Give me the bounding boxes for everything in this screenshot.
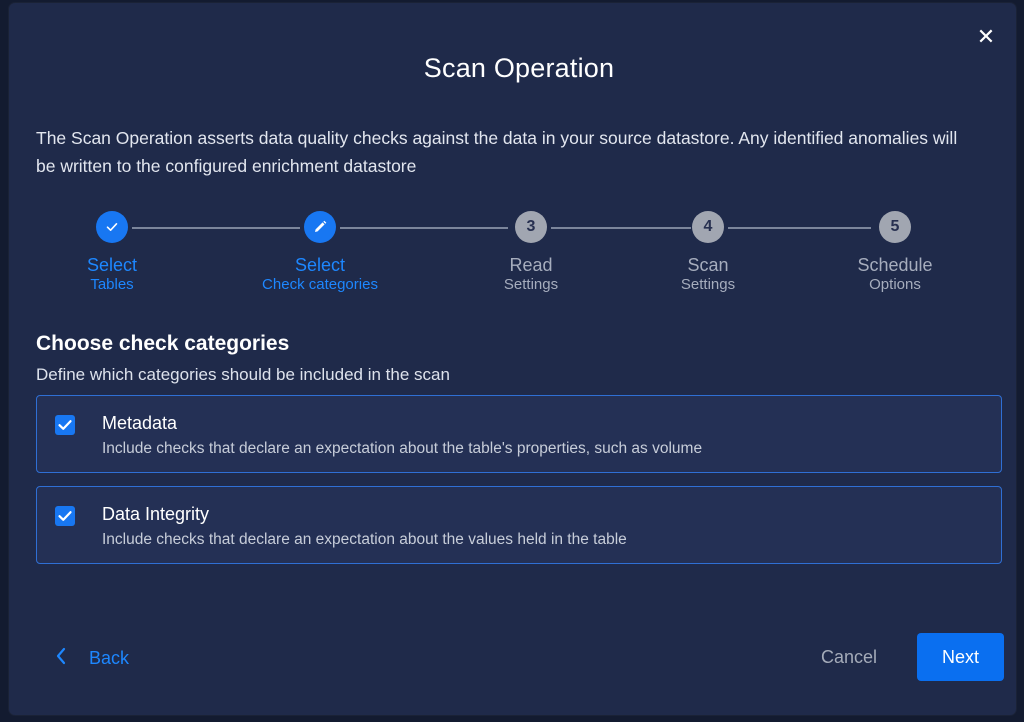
option-title: Metadata <box>102 413 178 433</box>
step-label: Read <box>509 255 553 275</box>
step-sublabel: Settings <box>680 276 736 293</box>
close-icon[interactable]: ✕ <box>974 25 998 49</box>
category-option-data-integrity[interactable]: Data Integrity Include checks that decla… <box>36 486 1002 564</box>
option-title: Data Integrity <box>102 504 210 524</box>
back-label: Back <box>89 647 130 668</box>
step-schedule-options[interactable]: 5 Schedule Options <box>805 208 985 295</box>
step-number: 4 <box>692 211 724 243</box>
dialog-description: The Scan Operation asserts data quality … <box>36 128 958 176</box>
checkbox-checked-icon[interactable] <box>55 415 75 435</box>
step-sublabel: Options <box>869 276 921 293</box>
step-scan-settings[interactable]: 4 Scan Settings <box>618 208 798 295</box>
step-number: 3 <box>515 211 547 243</box>
step-label: Scan <box>687 255 729 275</box>
section-subtitle: Define which categories should be includ… <box>36 365 450 384</box>
next-button[interactable]: Next <box>917 633 1004 681</box>
step-sublabel: Settings <box>503 276 559 293</box>
cancel-button[interactable]: Cancel <box>821 647 877 668</box>
scan-operation-dialog: ✕ Scan Operation The Scan Operation asse… <box>9 3 1016 715</box>
step-label: Select <box>86 255 138 275</box>
dialog-title: Scan Operation <box>423 53 615 83</box>
step-select-check-categories[interactable]: Select Check categories <box>230 208 410 295</box>
back-button[interactable]: Back <box>55 643 129 673</box>
step-label: Select <box>294 255 346 275</box>
option-description: Include checks that declare an expectati… <box>102 531 627 548</box>
category-option-metadata[interactable]: Metadata Include checks that declare an … <box>36 395 1002 473</box>
step-sublabel: Check categories <box>262 276 378 293</box>
step-select-tables[interactable]: Select Tables <box>22 208 202 295</box>
step-sublabel: Tables <box>90 276 134 293</box>
pencil-icon <box>304 211 336 243</box>
check-icon <box>96 211 128 243</box>
option-description: Include checks that declare an expectati… <box>102 440 703 457</box>
stepper: Select Tables Select Check categories 3 … <box>9 208 1024 308</box>
chevron-left-icon <box>55 647 67 670</box>
section-title: Choose check categories <box>36 332 290 355</box>
checkbox-checked-icon[interactable] <box>55 506 75 526</box>
step-read-settings[interactable]: 3 Read Settings <box>441 208 621 295</box>
step-number: 5 <box>879 211 911 243</box>
step-label: Schedule <box>857 255 933 275</box>
